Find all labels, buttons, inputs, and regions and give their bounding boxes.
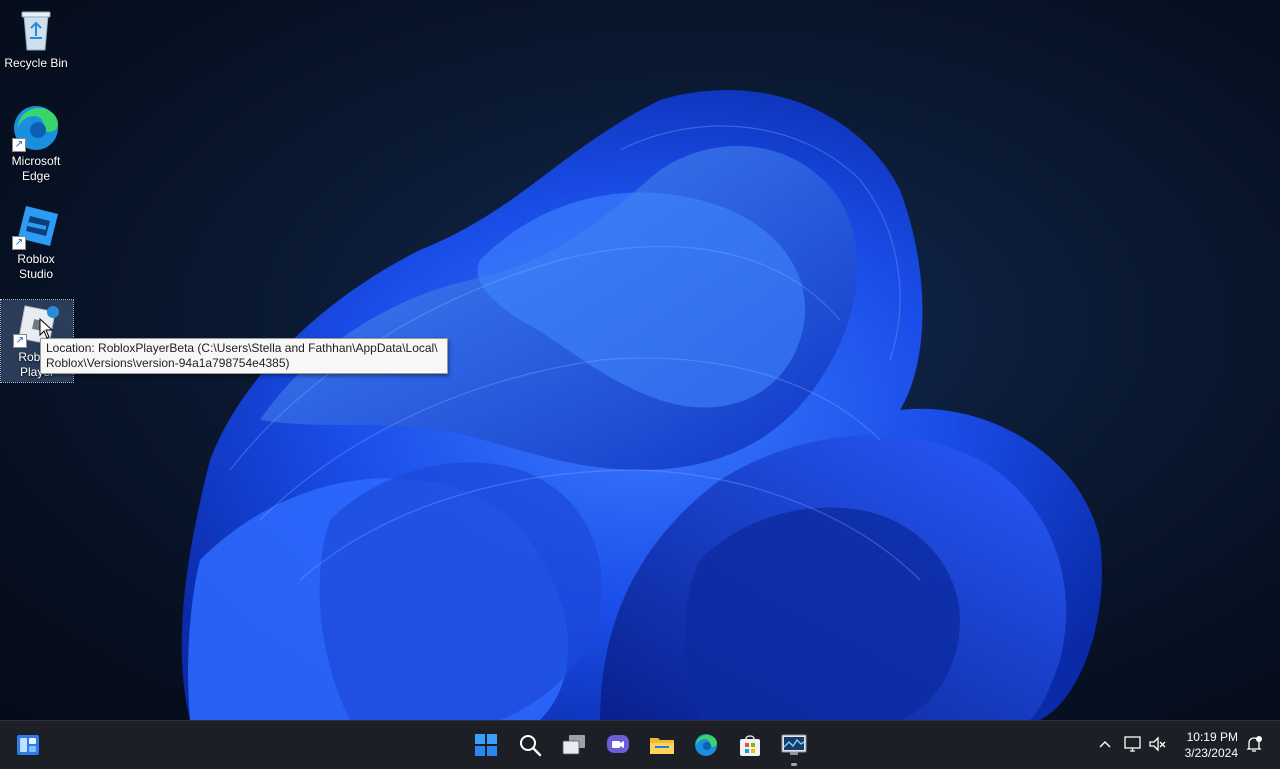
- edge-icon: ↗: [12, 104, 60, 152]
- file-explorer-button[interactable]: [646, 729, 678, 761]
- start-icon: [475, 734, 497, 756]
- start-button[interactable]: [470, 729, 502, 761]
- edge-taskbar-button[interactable]: [690, 729, 722, 761]
- chevron-up-icon: [1099, 741, 1111, 748]
- taskbar-clock[interactable]: 10:19 PM 3/23/2024: [1185, 729, 1238, 761]
- desktop-icon-label: Recycle Bin: [4, 56, 68, 70]
- chat-button[interactable]: [602, 729, 634, 761]
- performance-monitor-icon: [781, 734, 807, 755]
- recycle-bin-icon: [12, 6, 60, 54]
- notifications-button[interactable]: [1243, 733, 1265, 755]
- desktop-icon-label: Roblox Studio: [17, 252, 55, 281]
- desktop-icon-roblox-studio[interactable]: ↗ Roblox Studio: [0, 202, 72, 282]
- mouse-cursor-icon: [39, 318, 54, 339]
- search-button[interactable]: [514, 729, 546, 761]
- network-icon: [1124, 736, 1141, 752]
- file-explorer-icon: [650, 738, 674, 754]
- desktop-icon-recycle-bin[interactable]: Recycle Bin: [0, 6, 72, 71]
- show-hidden-icons-button[interactable]: [1094, 733, 1116, 755]
- store-icon: [740, 735, 760, 756]
- network-button[interactable]: [1122, 733, 1144, 755]
- edge-icon: [695, 734, 717, 756]
- volume-muted-icon: [1149, 736, 1166, 752]
- search-icon: [520, 735, 542, 757]
- location-tooltip: Location: RobloxPlayerBeta (C:\Users\Ste…: [40, 338, 448, 374]
- store-button[interactable]: [734, 729, 766, 761]
- chat-icon: [607, 735, 629, 753]
- clock-time: 10:19 PM: [1186, 730, 1238, 744]
- shortcut-arrow-icon: ↗: [13, 334, 27, 348]
- desktop[interactable]: Recycle Bin ↗ Microsoft Edge ↗ Roblox St…: [0, 0, 1280, 720]
- tooltip-line: Roblox\Versions\version-94a1a798754e4385…: [46, 356, 290, 370]
- widgets-button[interactable]: [12, 729, 44, 761]
- taskbar: 10:19 PM 3/23/2024: [0, 720, 1280, 769]
- shortcut-arrow-icon: ↗: [12, 236, 26, 250]
- widgets-icon: [17, 735, 39, 755]
- roblox-studio-icon: ↗: [12, 202, 60, 250]
- clock-date: 3/23/2024: [1184, 746, 1238, 760]
- desktop-icon-label: Microsoft Edge: [11, 154, 61, 183]
- tooltip-line: Location: RobloxPlayerBeta (C:\Users\Ste…: [46, 341, 438, 355]
- running-indicator: [791, 763, 797, 766]
- task-view-button[interactable]: [558, 729, 590, 761]
- desktop-icon-microsoft-edge[interactable]: ↗ Microsoft Edge: [0, 104, 72, 184]
- volume-button[interactable]: [1147, 733, 1169, 755]
- shortcut-arrow-icon: ↗: [12, 138, 26, 152]
- notification-bell-icon: [1246, 736, 1262, 752]
- performance-monitor-button[interactable]: [778, 729, 810, 766]
- task-view-icon: [562, 735, 585, 755]
